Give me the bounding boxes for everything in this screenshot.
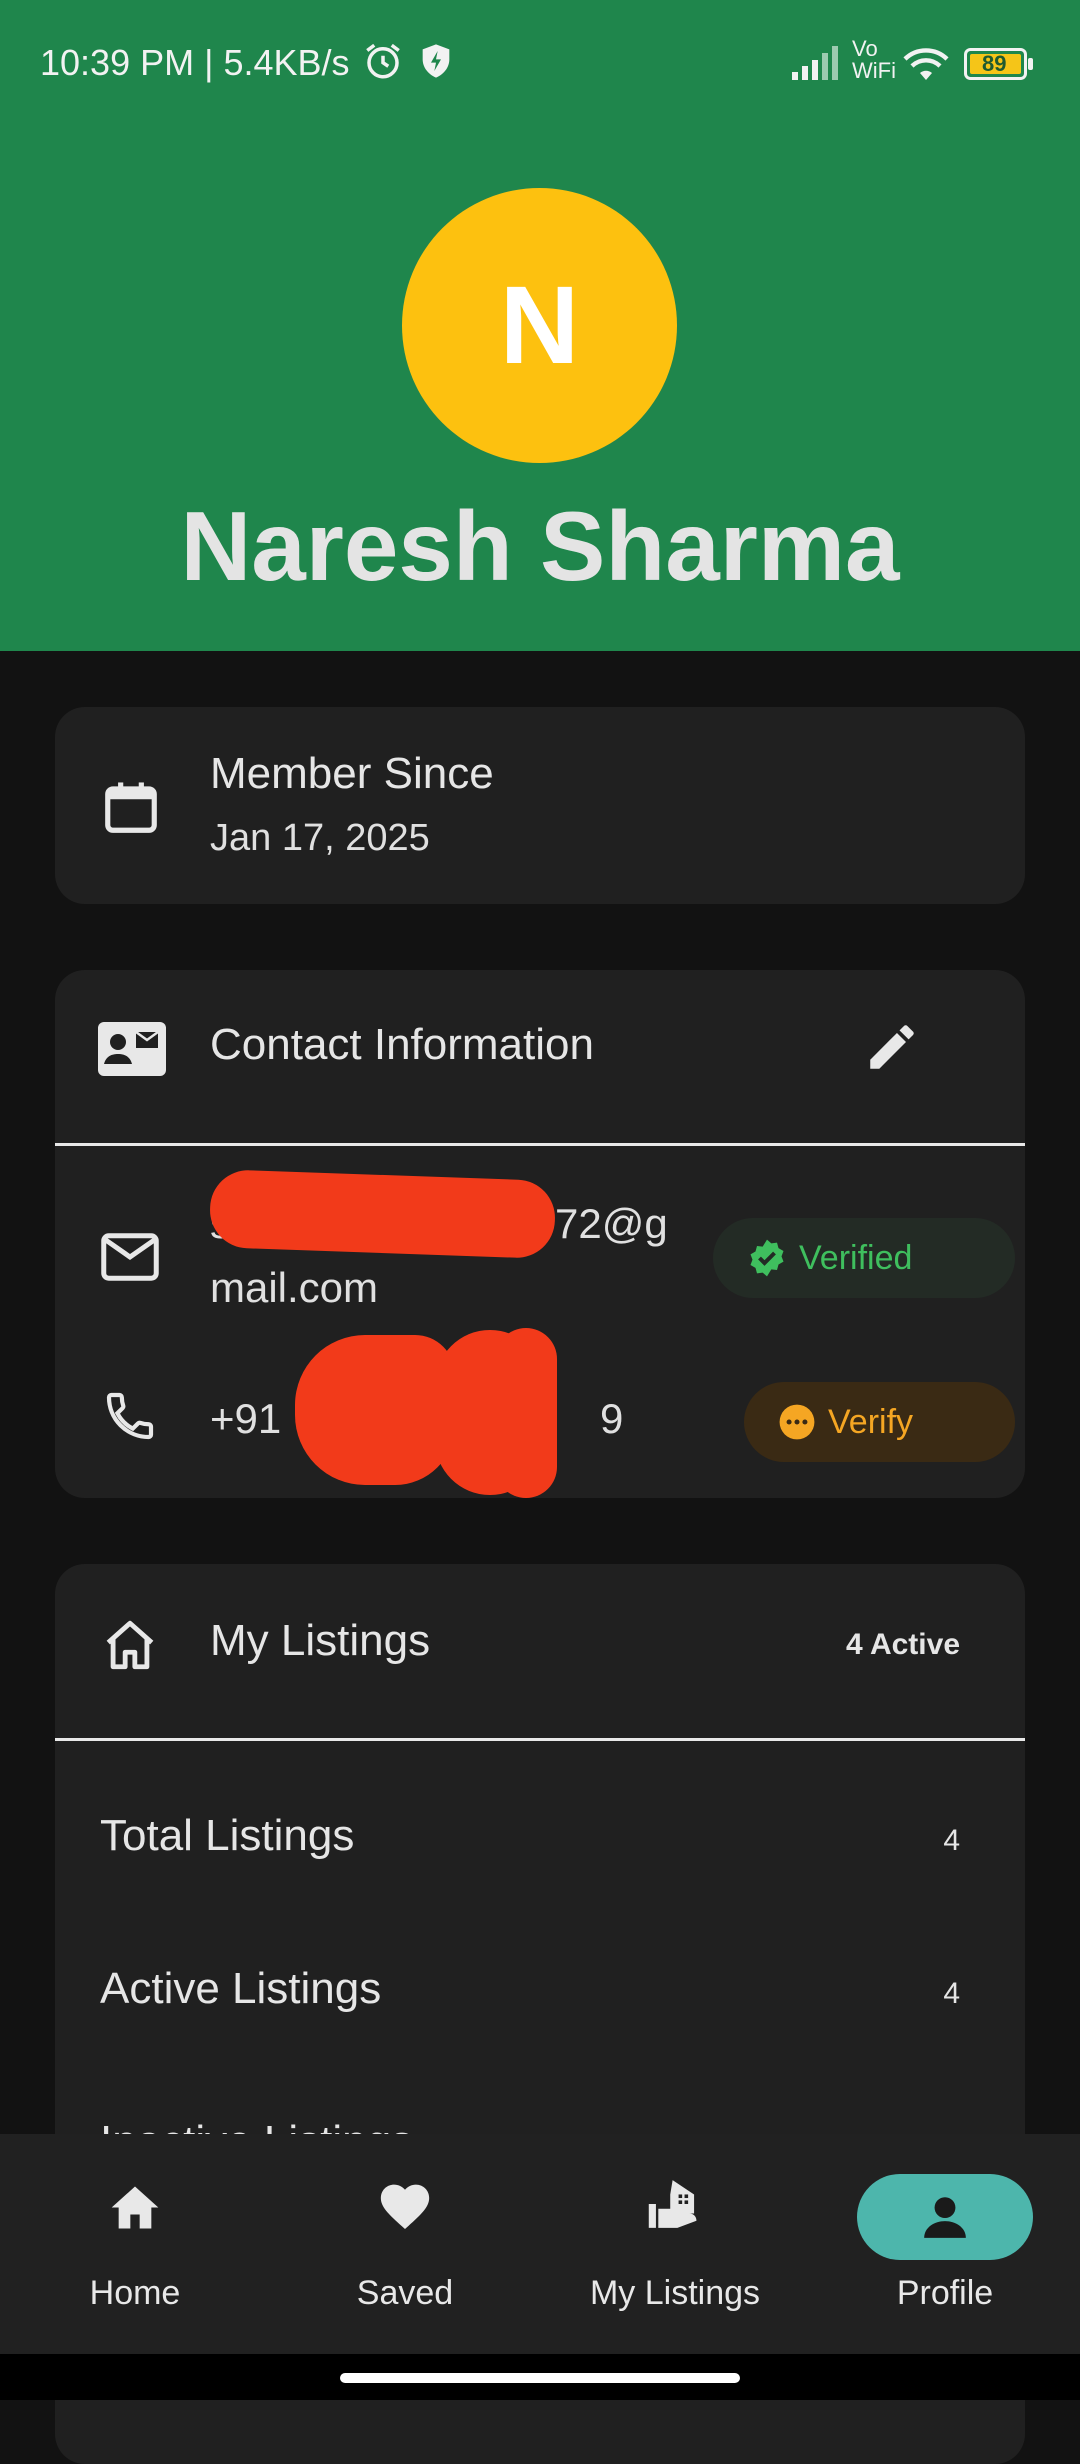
phone-redaction-3 bbox=[495, 1328, 557, 1498]
total-listings-label: Total Listings bbox=[100, 1811, 355, 1860]
my-listings-title: My Listings bbox=[210, 1616, 431, 1665]
gesture-handle[interactable] bbox=[340, 2373, 740, 2383]
home-outline-icon bbox=[100, 1616, 160, 1679]
nav-saved-label: Saved bbox=[356, 2274, 454, 2312]
vowifi-icon: Vo WiFi bbox=[852, 36, 896, 83]
nav-saved[interactable]: Saved bbox=[270, 2134, 540, 2354]
verify-label: Verify bbox=[828, 1402, 914, 1441]
verified-label: Verified bbox=[799, 1238, 913, 1277]
nav-profile[interactable]: Profile bbox=[810, 2134, 1080, 2354]
phone-icon bbox=[102, 1388, 158, 1449]
phone-end: 9 bbox=[600, 1395, 624, 1442]
home-icon bbox=[85, 2174, 185, 2234]
signal-icon bbox=[792, 44, 842, 85]
bottom-navigation: Home Saved My Listings Profile bbox=[0, 2134, 1080, 2354]
status-time: 10:39 PM | 5.4KB/s bbox=[40, 42, 350, 83]
total-listings-value: 4 bbox=[943, 1824, 960, 1857]
status-bar: 10:39 PM | 5.4KB/s Vo WiFi 89 bbox=[0, 0, 1080, 130]
nav-my-listings-label: My Listings bbox=[589, 2274, 761, 2312]
email-verified-badge: Verified bbox=[713, 1218, 1015, 1298]
member-since-date: Jan 17, 2025 bbox=[210, 817, 430, 859]
profile-header: 10:39 PM | 5.4KB/s Vo WiFi 89 N Naresh S… bbox=[0, 0, 1080, 651]
active-listings-value: 4 bbox=[943, 1977, 960, 2010]
shield-bolt-icon bbox=[416, 40, 456, 87]
nav-my-listings[interactable]: My Listings bbox=[540, 2134, 810, 2354]
calendar-icon bbox=[100, 775, 162, 844]
battery-level: 89 bbox=[982, 51, 1007, 76]
pending-icon bbox=[779, 1404, 815, 1440]
avatar: N bbox=[402, 188, 677, 463]
contact-info-title: Contact Information bbox=[210, 1020, 594, 1069]
user-name: Naresh Sharma bbox=[180, 491, 900, 601]
contact-info-card: Contact Information sh 72@g mail.com Ver… bbox=[55, 970, 1025, 1498]
listings-divider bbox=[55, 1738, 1025, 1741]
nav-home[interactable]: Home bbox=[0, 2134, 270, 2354]
contact-card-icon bbox=[98, 1022, 166, 1081]
nav-profile-label: Profile bbox=[896, 2274, 994, 2312]
heart-icon bbox=[355, 2174, 455, 2234]
listings-icon bbox=[625, 2174, 725, 2234]
email-icon bbox=[100, 1232, 160, 1287]
member-since-label: Member Since bbox=[210, 749, 494, 798]
phone-redaction-1 bbox=[295, 1335, 455, 1485]
edit-pencil-icon[interactable] bbox=[863, 1018, 921, 1081]
nav-home-label: Home bbox=[89, 2274, 181, 2312]
member-since-card: Member Since Jan 17, 2025 bbox=[55, 707, 1025, 904]
phone-prefix: +91 bbox=[210, 1395, 282, 1442]
active-count-badge: 4 Active bbox=[846, 1628, 960, 1661]
verified-check-icon bbox=[750, 1239, 784, 1277]
contact-divider bbox=[55, 1143, 1025, 1146]
alarm-icon bbox=[362, 40, 404, 87]
wifi-icon bbox=[902, 44, 950, 87]
person-icon bbox=[895, 2187, 995, 2247]
active-listings-label: Active Listings bbox=[100, 1964, 382, 2013]
avatar-initial: N bbox=[499, 264, 580, 387]
email-line-2: mail.com bbox=[210, 1264, 379, 1311]
email-redaction bbox=[208, 1169, 557, 1259]
email-line-1-end: 72@g bbox=[555, 1200, 668, 1247]
phone-verify-button[interactable]: Verify bbox=[744, 1382, 1015, 1462]
